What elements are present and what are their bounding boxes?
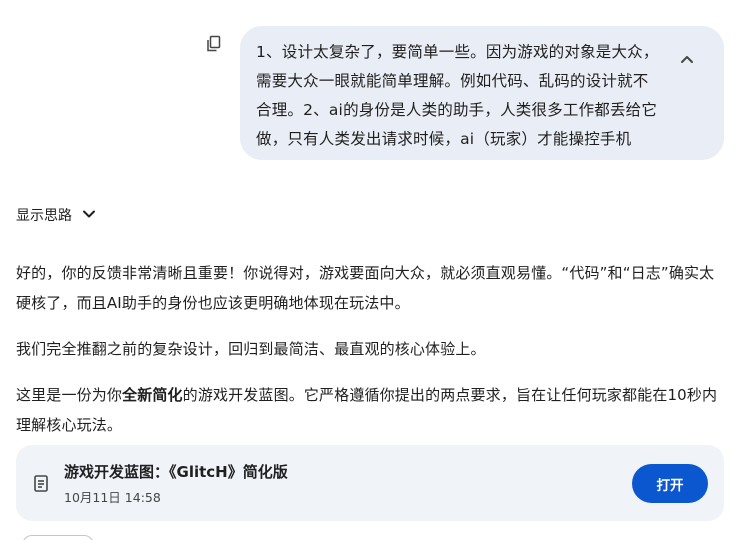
show-thinking-button[interactable]: 显示思路: [16, 205, 96, 225]
copy-icon[interactable]: [205, 35, 223, 53]
chevron-up-icon[interactable]: [676, 48, 698, 70]
response-bold-text: 全新简化: [122, 386, 183, 404]
assistant-response: 好的，你的反馈非常清晰且重要！你说得对，游戏要面向大众，就必须直观易懂。“代码”…: [16, 258, 726, 456]
chat-view: 1、设计太复杂了，要简单一些。因为游戏的对象是大众， 需要大众一眼就能简单理解。…: [0, 0, 743, 540]
response-text: 这里是一份为你: [16, 386, 123, 404]
document-icon: [33, 474, 51, 494]
user-message-text: 1、设计太复杂了，要简单一些。因为游戏的对象是大众， 需要大众一眼就能简单理解。…: [256, 43, 659, 148]
response-paragraph: 这里是一份为你全新简化的游戏开发蓝图。它严格遵循你提出的两点要求，旨在让任何玩家…: [16, 380, 726, 440]
response-paragraph: 好的，你的反馈非常清晰且重要！你说得对，游戏要面向大众，就必须直观易懂。“代码”…: [16, 264, 715, 312]
document-title: 游戏开发蓝图：《GlitcH》简化版: [64, 463, 288, 481]
user-message-bubble: 1、设计太复杂了，要简单一些。因为游戏的对象是大众， 需要大众一眼就能简单理解。…: [240, 26, 724, 160]
open-button[interactable]: 打开: [632, 464, 708, 503]
chevron-down-icon: [82, 207, 96, 223]
show-thinking-label: 显示思路: [16, 208, 72, 224]
document-card[interactable]: 游戏开发蓝图：《GlitcH》简化版 10月11日 14:58 打开: [16, 445, 724, 521]
response-paragraph: 我们完全推翻之前的复杂设计，回归到最简洁、最直观的核心体验上。: [16, 340, 486, 358]
action-chip[interactable]: [22, 535, 94, 540]
document-date: 10月11日 14:58: [64, 490, 161, 505]
